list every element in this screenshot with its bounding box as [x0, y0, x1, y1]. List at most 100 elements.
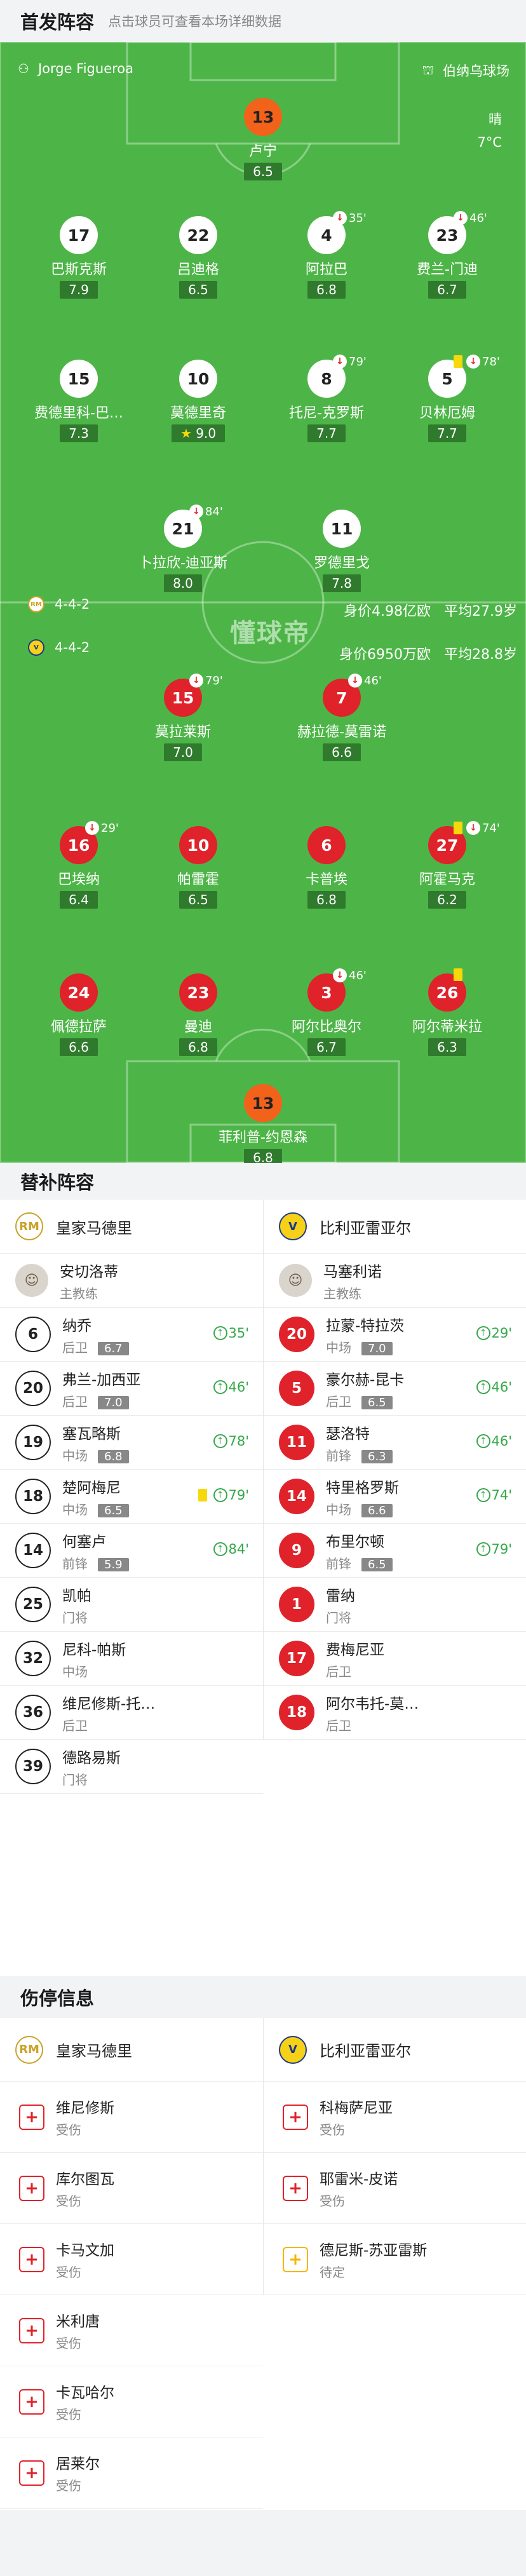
sub-position: 后卫: [326, 1393, 351, 1409]
sub-in-time: 46': [491, 1434, 513, 1449]
sub-in-time: 74': [491, 1488, 513, 1503]
away-player[interactable]: 24 佩德拉萨 6.6: [28, 973, 130, 1056]
home-player[interactable]: 17 巴斯克斯 7.9: [28, 216, 130, 299]
sub-row[interactable]: 19 塞瓦略斯 中场 6.8 ↑ 78': [0, 1416, 263, 1470]
home-player[interactable]: 22 吕迪格 6.5: [147, 216, 249, 299]
player-rating: 6.6: [323, 743, 361, 761]
sub-out-icon: ↓: [85, 821, 99, 835]
player-number: 24: [60, 973, 98, 1012]
away-coach-row[interactable]: ☺ 马塞利诺 主教练: [264, 1254, 526, 1308]
home-player[interactable]: 4 ↓ 35' 阿拉巴 6.8: [276, 211, 377, 299]
sub-name: 纳乔: [62, 1317, 91, 1334]
away-player[interactable]: 23 曼迪 6.8: [147, 973, 249, 1056]
away-player[interactable]: 13 菲利普-约恩森 6.8: [212, 1084, 314, 1163]
injured-player-name: 耶雷米-皮诺: [320, 2171, 398, 2188]
sub-name: 德路易斯: [62, 1749, 121, 1766]
referee-label: ⚇ Jorge Figueroa: [18, 61, 133, 76]
watermark: 懂球帝: [230, 619, 310, 648]
home-team-name: 皇家马德里: [56, 1219, 132, 1237]
sub-in-icon: ↑: [213, 1326, 227, 1340]
sub-row[interactable]: 18 楚阿梅尼 中场 6.5 ↑ 79': [0, 1470, 263, 1524]
away-player[interactable]: 3 ↓ 46' 阿尔比奥尔 6.7: [276, 968, 377, 1056]
sub-in-badge: ↑ 84': [213, 1542, 250, 1557]
sub-row[interactable]: 1 雷纳 门将: [264, 1578, 526, 1632]
sub-out-icon: ↓: [189, 505, 203, 519]
away-player[interactable]: 16 ↓ 29' 巴埃纳 6.4: [28, 821, 130, 909]
sub-rating: 6.8: [98, 1449, 129, 1463]
home-coach-row[interactable]: ☺ 安切洛蒂 主教练: [0, 1254, 263, 1308]
sub-row[interactable]: 9 布里尔顿 前锋 6.5 ↑ 79': [264, 1524, 526, 1578]
away-formation-text: 4-4-2: [55, 640, 90, 655]
villarreal-crest-icon: V: [279, 1212, 307, 1240]
sub-row[interactable]: 20 弗兰-加西亚 后卫 7.0 ↑ 46': [0, 1362, 263, 1416]
home-player[interactable]: 21 ↓ 84' 卜拉欣-迪亚斯 8.0: [132, 505, 234, 592]
injury-row[interactable]: + 居莱尔 受伤: [0, 2437, 263, 2509]
sub-row[interactable]: 18 阿尔韦托-莫… 后卫: [264, 1686, 526, 1740]
sub-row[interactable]: 14 何塞卢 前锋 5.9 ↑ 84': [0, 1524, 263, 1578]
sub-row[interactable]: 39 德路易斯 门将: [0, 1740, 263, 1794]
sub-name: 何塞卢: [62, 1533, 106, 1550]
player-name: 吕迪格: [177, 262, 219, 278]
sub-row[interactable]: 25 凯帕 门将: [0, 1578, 263, 1632]
lineup-header: 首发阵容 点击球员可查看本场详细数据: [0, 0, 526, 42]
injury-row[interactable]: + 德尼斯-苏亚雷斯 待定: [264, 2224, 526, 2295]
sub-number: 19: [15, 1425, 51, 1460]
home-player[interactable]: 11 罗德里戈 7.8: [291, 510, 393, 592]
sub-out-badge: ↓ 29': [85, 821, 119, 835]
home-player[interactable]: 23 ↓ 46' 费兰-门迪 6.7: [396, 211, 498, 299]
home-player[interactable]: 8 ↓ 79' 托尼-克罗斯 7.7: [276, 355, 377, 442]
injury-title: 伤停信息: [20, 1988, 95, 2009]
injured-player-name: 卡瓦哈尔: [56, 2385, 114, 2401]
player-rating-value: 9.0: [196, 426, 217, 441]
player-rating: ★ 9.0: [171, 424, 226, 442]
away-player[interactable]: 6 卡普埃 6.8: [276, 826, 377, 909]
home-player[interactable]: 15 费德里科-巴… 7.3: [28, 360, 130, 442]
sub-row[interactable]: 5 豪尔赫-昆卡 后卫 6.5 ↑ 46': [264, 1362, 526, 1416]
away-player[interactable]: 26 阿尔蒂米拉 6.3: [396, 968, 498, 1056]
injury-row[interactable]: + 库尔图瓦 受伤: [0, 2153, 263, 2224]
player-name: 莫拉莱斯: [154, 724, 211, 740]
sub-number: 18: [279, 1695, 314, 1730]
player-name: 佩德拉萨: [50, 1019, 107, 1035]
sub-number: 6: [15, 1317, 51, 1352]
player-name: 巴斯克斯: [50, 262, 107, 278]
home-player[interactable]: 13 卢宁 6.5: [212, 98, 314, 180]
sub-position: 后卫: [62, 1718, 88, 1733]
injury-row[interactable]: + 科梅萨尼亚 受伤: [264, 2082, 526, 2153]
away-player[interactable]: 15 ↓ 79' 莫拉莱斯 7.0: [132, 674, 234, 761]
sub-name: 弗兰-加西亚: [62, 1371, 141, 1388]
away-player[interactable]: 27 ↓ 74' 阿霍马克 6.2: [396, 821, 500, 909]
sub-name: 特里格罗斯: [326, 1479, 399, 1496]
sub-row[interactable]: 36 维尼修斯-托… 后卫: [0, 1686, 263, 1740]
sub-in-time: 84': [228, 1542, 250, 1557]
sub-row[interactable]: 20 拉蒙-特拉茨 中场 7.0 ↑ 29': [264, 1308, 526, 1362]
lineup-title: 首发阵容: [20, 11, 95, 33]
injury-row[interactable]: + 维尼修斯 受伤: [0, 2082, 263, 2153]
coach-name: 马塞利诺: [323, 1263, 382, 1280]
sub-row[interactable]: 17 费梅尼亚 后卫: [264, 1632, 526, 1686]
sub-in-icon: ↑: [476, 1434, 490, 1448]
injury-row[interactable]: + 米利唐 受伤: [0, 2295, 263, 2366]
home-formation: RM 4-4-2: [28, 596, 90, 613]
player-rating: 6.8: [307, 281, 346, 299]
lineup-subtitle: 点击球员可查看本场详细数据: [108, 14, 282, 29]
player-number: 13: [244, 98, 282, 136]
sub-row[interactable]: 11 瑟洛特 前锋 6.3 ↑ 46': [264, 1416, 526, 1470]
injury-status: 受伤: [56, 2193, 81, 2209]
sub-in-icon: ↑: [213, 1542, 227, 1556]
away-player[interactable]: 10 帕雷霍 6.5: [147, 826, 249, 909]
sub-row[interactable]: 14 特里格罗斯 中场 6.6 ↑ 74': [264, 1470, 526, 1524]
sub-row[interactable]: 32 尼科-帕斯 中场: [0, 1632, 263, 1686]
injury-row[interactable]: + 耶雷米-皮诺 受伤: [264, 2153, 526, 2224]
home-player[interactable]: 10 莫德里奇 ★ 9.0: [147, 360, 249, 442]
player-rating: 6.5: [244, 163, 282, 180]
sub-row[interactable]: 6 纳乔 后卫 6.7 ↑ 35': [0, 1308, 263, 1362]
weather-temperature: 7°C: [477, 135, 502, 150]
player-name: 帕雷霍: [177, 872, 219, 888]
away-player[interactable]: 7 ↓ 46' 赫拉德-莫雷诺 6.6: [291, 674, 393, 761]
home-player[interactable]: 5 ↓ 78' 贝林厄姆 7.7: [396, 355, 500, 442]
sub-in-badge: ↑ 46': [476, 1434, 513, 1449]
sub-name: 布里尔顿: [326, 1533, 384, 1550]
injury-row[interactable]: + 卡马文加 受伤: [0, 2224, 263, 2295]
injury-row[interactable]: + 卡瓦哈尔 受伤: [0, 2366, 263, 2437]
